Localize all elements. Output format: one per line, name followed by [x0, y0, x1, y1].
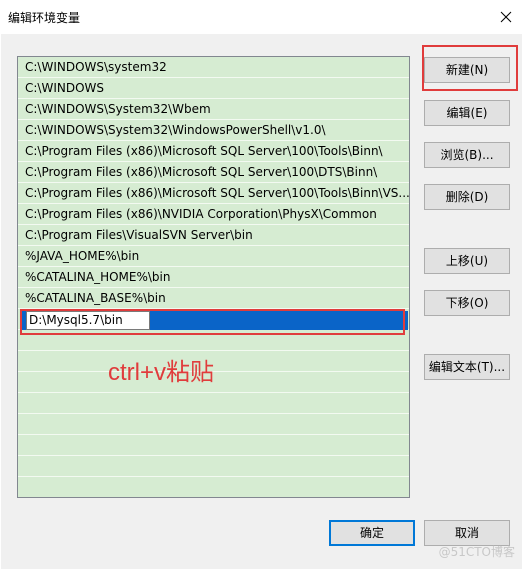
list-item[interactable]: C:\WINDOWS\System32\Wbem [18, 99, 409, 120]
list-item[interactable]: %CATALINA_HOME%\bin [18, 267, 409, 288]
close-button[interactable] [489, 0, 523, 34]
list-item[interactable]: C:\Program Files (x86)\Microsoft SQL Ser… [18, 162, 409, 183]
window-title: 编辑环境变量 [8, 11, 81, 25]
list-item[interactable]: C:\WINDOWS [18, 78, 409, 99]
edit-text-button[interactable]: 编辑文本(T)... [424, 354, 510, 380]
list-item[interactable]: C:\WINDOWS\System32\WindowsPowerShell\v1… [18, 120, 409, 141]
title-bar: 编辑环境变量 [0, 0, 523, 34]
list-item[interactable]: C:\Program Files\VisualSVN Server\bin [18, 225, 409, 246]
list-item[interactable]: C:\Program Files (x86)\Microsoft SQL Ser… [18, 183, 409, 204]
list-item[interactable]: C:\Program Files (x86)\Microsoft SQL Ser… [18, 141, 409, 162]
path-list[interactable]: C:\WINDOWS\system32 C:\WINDOWS C:\WINDOW… [17, 56, 410, 498]
list-item[interactable]: %CATALINA_BASE%\bin [18, 288, 409, 309]
move-up-button[interactable]: 上移(U) [424, 248, 510, 274]
list-item[interactable]: %JAVA_HOME%\bin [18, 246, 409, 267]
browse-button[interactable]: 浏览(B)... [424, 142, 510, 168]
watermark: @51CTO博客 [438, 545, 515, 559]
paste-annotation: ctrl+v粘贴 [108, 359, 215, 386]
ok-button[interactable]: 确定 [329, 520, 415, 546]
move-down-button[interactable]: 下移(O) [424, 290, 510, 316]
delete-button[interactable]: 删除(D) [424, 184, 510, 210]
new-button[interactable]: 新建(N) [424, 57, 510, 83]
list-item[interactable]: C:\WINDOWS\system32 [18, 57, 409, 78]
edit-button[interactable]: 编辑(E) [424, 100, 510, 126]
close-icon [500, 11, 512, 23]
highlight-new-entry-box [20, 309, 405, 335]
list-item[interactable]: C:\Program Files (x86)\NVIDIA Corporatio… [18, 204, 409, 225]
